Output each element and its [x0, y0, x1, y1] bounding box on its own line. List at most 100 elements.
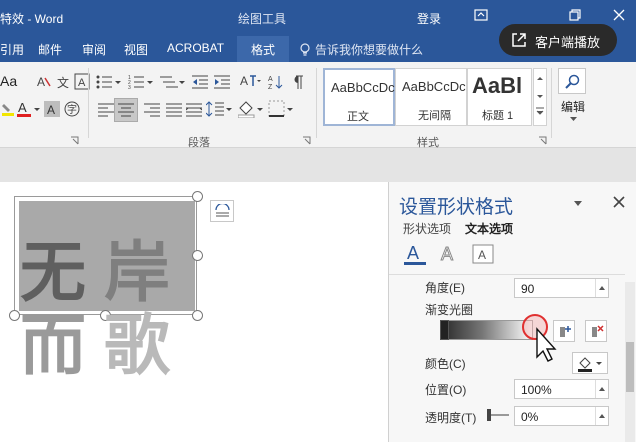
styles-gallery-scroll[interactable] [533, 68, 547, 126]
tab-text-options[interactable]: 文本选项 [465, 220, 513, 237]
style-sample: AaBbCcDc [331, 80, 395, 95]
highlight-color-icon[interactable] [2, 102, 14, 116]
pane-scrollbar[interactable] [625, 282, 635, 442]
tab-shape-options[interactable]: 形状选项 [403, 220, 451, 237]
gallery-arrows-icon [536, 77, 544, 115]
borders-icon[interactable] [268, 100, 294, 118]
tab-review[interactable]: 审阅 [82, 41, 106, 58]
chinese-layout-icon[interactable]: A [240, 72, 262, 90]
gradient-stops-label: 渐变光圈 [425, 303, 474, 317]
justify-icon[interactable] [166, 102, 182, 118]
clear-formatting-icon[interactable]: A [36, 74, 52, 90]
gradient-stops-bar[interactable] [440, 320, 533, 340]
tell-me-search[interactable]: 告诉我你想要做什么 [315, 41, 423, 58]
spinner-up-icon[interactable] [595, 407, 608, 425]
phonetic-guide-icon[interactable]: 文 [56, 74, 70, 90]
scrollbar-thumb[interactable] [626, 342, 634, 392]
tab-view[interactable]: 视图 [124, 41, 148, 58]
paragraph-dialog-launcher-icon[interactable] [302, 136, 311, 145]
svg-text:A: A [18, 100, 27, 115]
remove-stop-icon [592, 325, 604, 337]
close-window-icon[interactable] [612, 8, 626, 22]
pane-options-chevron-icon[interactable] [573, 200, 583, 207]
enclose-characters-icon[interactable]: 字 [64, 100, 80, 118]
transparency-spinner[interactable]: 0% [514, 406, 609, 426]
position-value: 100% [521, 383, 552, 397]
transparency-slider[interactable] [487, 409, 509, 421]
tab-format[interactable]: 格式 [237, 36, 290, 62]
style-heading-1[interactable]: AaBl 标题 1 [467, 68, 532, 126]
drawing-tools-label: 绘图工具 [238, 12, 287, 26]
external-open-icon [512, 33, 526, 47]
screencast-label: 客户端播放 [535, 35, 601, 50]
editing-label[interactable]: 编辑 [561, 98, 585, 115]
style-name: 无间隔 [418, 110, 451, 122]
svg-text:字: 字 [67, 103, 77, 116]
svg-text:A: A [268, 76, 273, 83]
pane-title: 设置形状格式 [399, 197, 514, 218]
increase-indent-icon[interactable] [214, 74, 232, 90]
style-normal[interactable]: AaBbCcDc 正文 [323, 68, 395, 126]
ribbon-display-icon[interactable] [474, 8, 488, 22]
tab-acrobat[interactable]: ACROBAT [167, 41, 224, 55]
styles-dialog-launcher-icon[interactable] [538, 136, 547, 145]
line-spacing-icon[interactable] [206, 100, 232, 118]
textbox-icon: A [472, 244, 494, 264]
restore-window-icon[interactable] [568, 8, 582, 22]
tab-references[interactable]: 引用 [0, 41, 24, 58]
show-marks-icon[interactable] [290, 74, 304, 90]
textbox-tab[interactable]: A [471, 242, 495, 266]
numbering-icon[interactable]: 1 2 3 [128, 74, 154, 90]
position-spinner[interactable]: 100% [514, 379, 609, 399]
resize-handle[interactable] [192, 250, 203, 261]
change-case-button[interactable]: Aa [0, 73, 17, 89]
font-dialog-launcher-icon[interactable] [70, 136, 79, 145]
svg-text:A: A [47, 103, 55, 117]
wordart-char: 而 [20, 306, 86, 384]
text-fill-outline-tab[interactable]: A [403, 242, 427, 266]
spinner-up-icon[interactable] [595, 380, 608, 398]
angle-value: 90 [521, 282, 535, 296]
window-title: 特效 - Word [0, 12, 64, 26]
ribbon: Aa A 文 A A A 字 1 2 3 A A Z 段落 AaBbCcDc 正… [0, 62, 636, 149]
screencast-play-button[interactable]: 客户端播放 [499, 24, 617, 56]
align-center-icon [118, 103, 134, 117]
tab-mailings[interactable]: 邮件 [38, 41, 62, 58]
resize-handle[interactable] [192, 310, 203, 321]
bullets-icon[interactable] [96, 74, 122, 90]
wordart-char: 歌 [104, 306, 170, 384]
resize-handle[interactable] [9, 310, 20, 321]
character-shading-icon[interactable]: A [44, 101, 60, 117]
align-center-button[interactable] [114, 98, 138, 122]
font-color-icon[interactable]: A [17, 100, 41, 118]
close-icon[interactable] [613, 196, 625, 208]
transparency-label: 透明度(T) [425, 411, 477, 425]
slider-thumb[interactable] [487, 409, 491, 421]
sort-icon[interactable]: A Z [268, 74, 284, 90]
text-effects-tab[interactable]: A [437, 242, 461, 266]
style-no-spacing[interactable]: AaBbCcDc 无间隔 [395, 68, 467, 126]
login-link[interactable]: 登录 [417, 10, 441, 27]
multilevel-list-icon[interactable] [160, 74, 186, 90]
shading-icon[interactable] [238, 100, 264, 118]
angle-spinner[interactable]: 90 [514, 278, 609, 298]
document-canvas[interactable]: 无 岸 而 歌 [0, 182, 388, 442]
resize-handle[interactable] [192, 191, 203, 202]
style-name: 标题 1 [482, 110, 514, 122]
chevron-down-icon[interactable] [569, 116, 578, 122]
align-left-icon[interactable] [98, 102, 114, 118]
svg-text:A: A [407, 243, 419, 263]
layout-options-icon [215, 204, 230, 217]
ruler-strip [0, 148, 636, 182]
find-button[interactable] [558, 68, 586, 94]
color-picker-button[interactable] [572, 352, 608, 374]
align-right-icon[interactable] [144, 102, 160, 118]
gradient-stop-dark[interactable] [440, 320, 449, 340]
decrease-indent-icon[interactable] [192, 74, 210, 90]
remove-gradient-stop-button[interactable] [585, 320, 607, 342]
distributed-icon[interactable] [186, 102, 202, 118]
layout-options-button[interactable] [210, 200, 234, 222]
spinner-up-icon[interactable] [595, 279, 608, 297]
add-gradient-stop-button[interactable] [553, 320, 575, 342]
svg-text:Z: Z [268, 84, 273, 90]
